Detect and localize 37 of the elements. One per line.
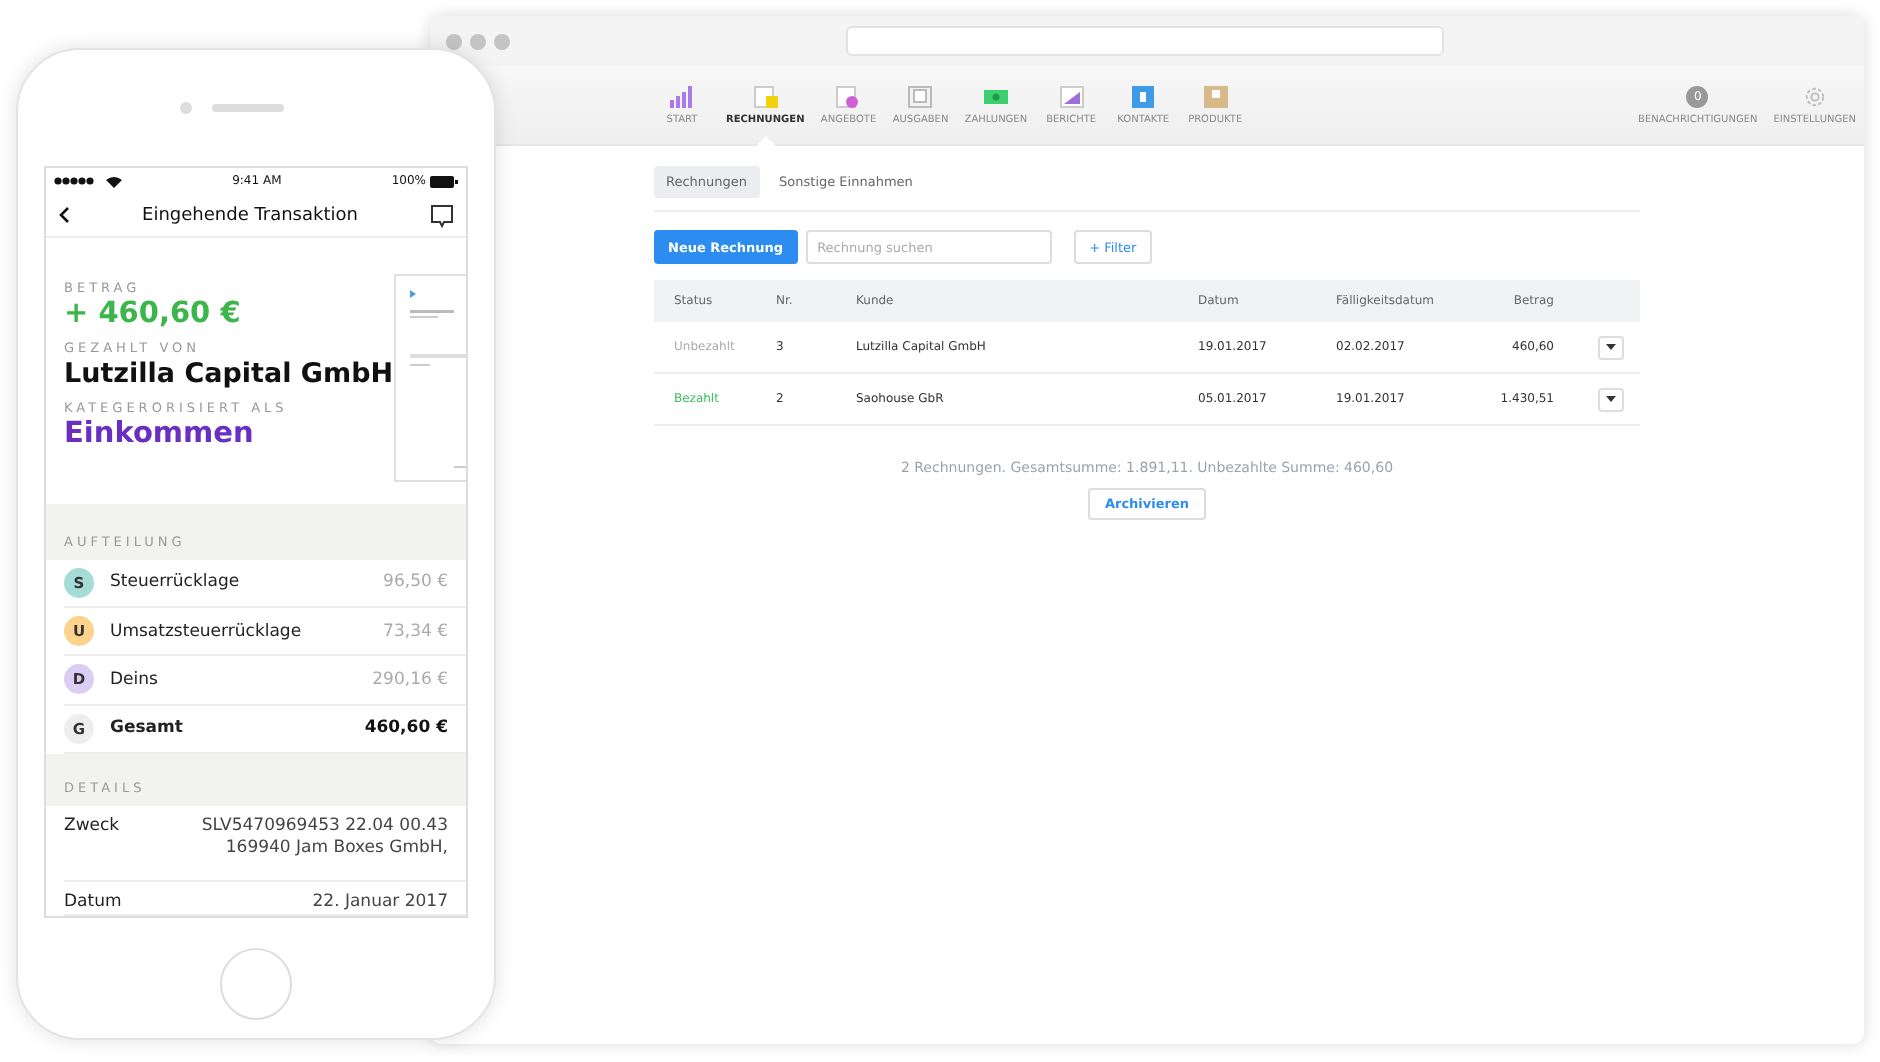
split-name: Gesamt — [110, 718, 185, 739]
split-name: Steuerrücklage — [110, 572, 242, 593]
speaker-slot — [211, 104, 283, 112]
row-menu-button[interactable] — [1598, 335, 1624, 359]
detail-label: Zweck — [64, 816, 120, 837]
split-amount: 96,50 € — [383, 572, 448, 593]
bar-chart-icon — [670, 85, 694, 107]
screen-title: Eingehende Transaktion — [142, 205, 358, 226]
split-name: Deins — [110, 669, 160, 690]
split-amount: 290,16 € — [372, 669, 448, 690]
address-bar[interactable] — [846, 26, 1444, 56]
back-icon[interactable] — [58, 206, 70, 225]
camera-dot — [179, 102, 191, 114]
chart-icon — [1059, 85, 1084, 107]
banknote-icon — [983, 85, 1008, 107]
document-icon — [753, 85, 778, 107]
detail-value: 22. Januar 2017 — [310, 892, 448, 915]
split-amount: 73,34 € — [383, 621, 448, 642]
home-button[interactable] — [220, 948, 292, 1020]
row-menu-button[interactable] — [1598, 387, 1624, 411]
amount-text: + 460,60 € — [64, 296, 243, 333]
category-text: Einkommen — [64, 416, 256, 453]
wifi-icon — [106, 175, 122, 188]
receipt-icon[interactable] — [429, 203, 454, 228]
tray-icon — [908, 85, 933, 107]
document-icon — [836, 85, 861, 107]
caret-icon — [1606, 396, 1616, 402]
address-book-icon — [1131, 85, 1156, 107]
detail-value: SLV5470969453 22.04 00.43 169940 Jam Boxes GmbH, — [199, 816, 448, 861]
payer-name: Lutzilla Capital GmbH — [64, 356, 394, 393]
split-name: Umsatzsteuerrücklage — [110, 621, 304, 642]
caret-icon — [1606, 344, 1616, 350]
settings-icon — [1803, 85, 1826, 107]
split-amount: 460,60 € — [364, 718, 448, 739]
detail-label: Datum — [64, 892, 122, 913]
battery-icon — [429, 175, 458, 188]
box-icon — [1203, 85, 1228, 107]
